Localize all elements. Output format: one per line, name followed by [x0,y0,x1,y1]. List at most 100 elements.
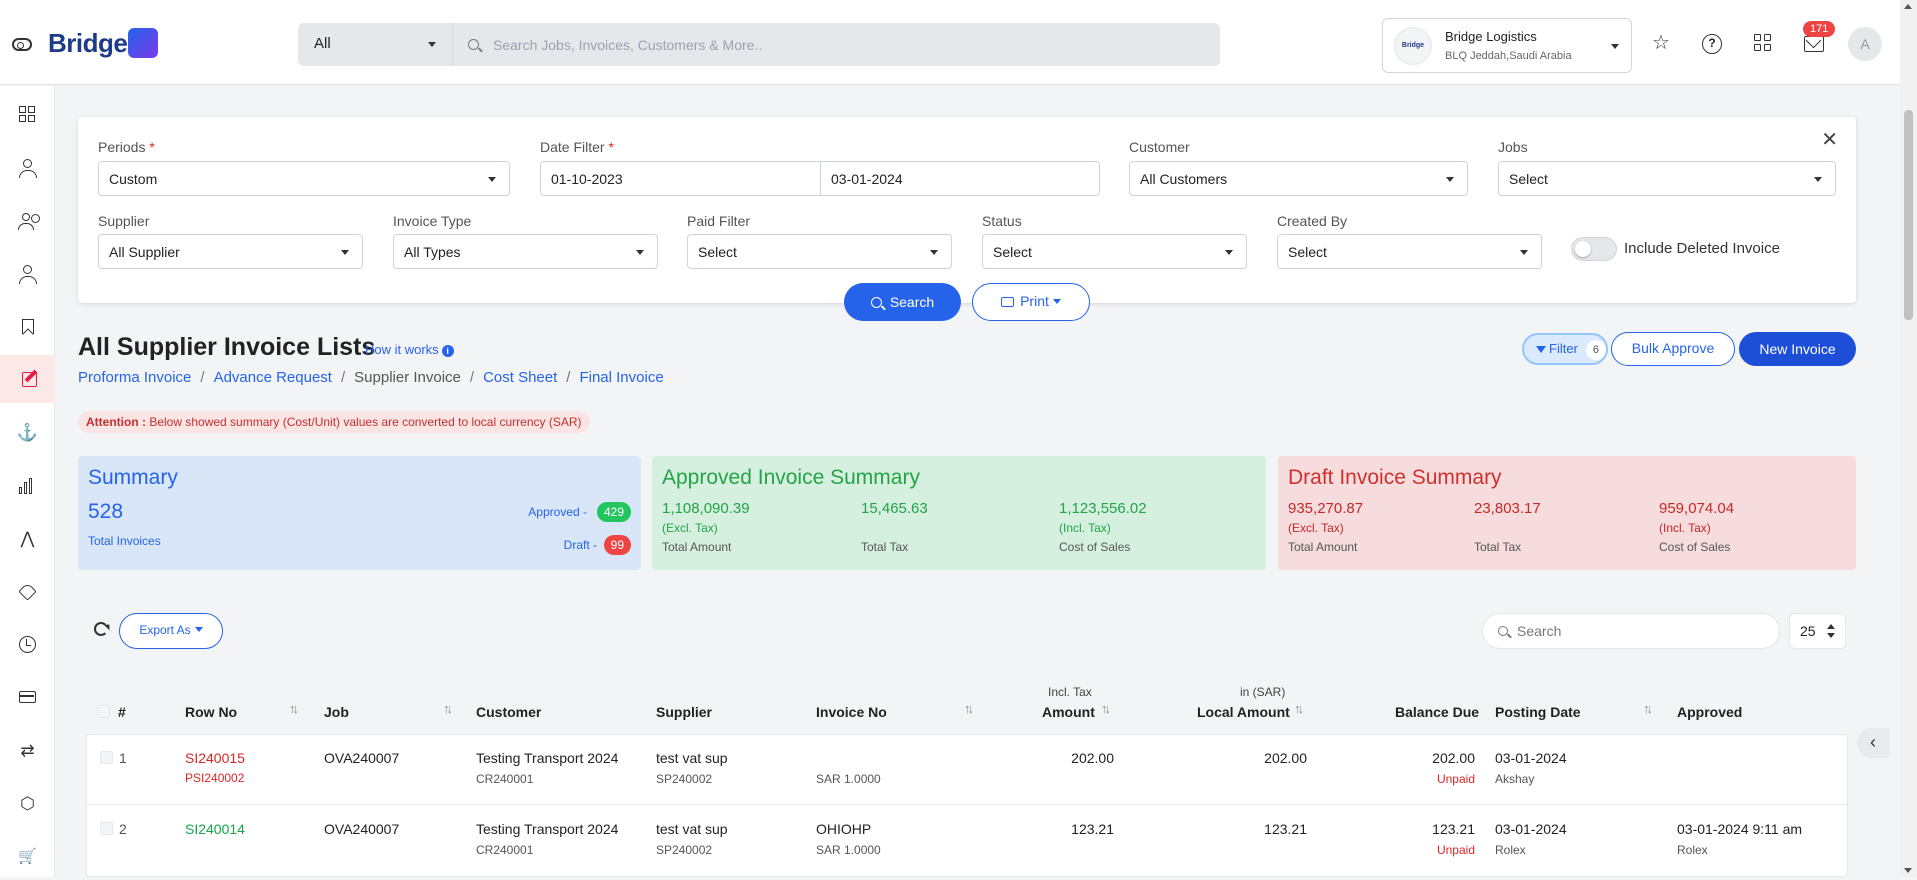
include-deleted-toggle[interactable] [1571,237,1617,261]
draft-summary-title: Draft Invoice Summary [1288,466,1502,489]
sidebar-item-cart[interactable]: 🛒 [0,832,55,880]
row-checkbox[interactable] [100,822,113,835]
col-customer[interactable]: Customer [476,704,541,720]
customer-label: Customer [1129,139,1190,155]
app-logo[interactable]: Bridge [48,28,159,59]
filter-button[interactable]: Filter 6 [1522,333,1608,365]
sidebar-item-add-user[interactable] [0,249,55,297]
sidebar-item-anchor[interactable]: ⚓ [0,408,55,456]
star-icon[interactable]: ☆ [1652,33,1672,54]
sidebar-item-reports[interactable] [0,461,55,509]
date-from-field[interactable]: 01-10-2023 [540,161,821,196]
invoice-no-cell: OHIOHP [816,821,872,837]
supplier-value: All Supplier [109,244,180,260]
page-size-select[interactable]: 25 [1789,613,1846,649]
periods-select[interactable]: Custom [98,161,510,196]
export-button[interactable]: Export As [119,613,223,649]
col-balance-due[interactable]: Balance Due [1395,704,1479,720]
company-switcher[interactable]: Bridge Bridge Logistics BLQ Jeddah,Saudi… [1382,18,1632,73]
clock-icon [19,635,36,653]
breadcrumb-final-invoice[interactable]: Final Invoice [579,369,663,386]
col-amount[interactable]: Amount [1042,704,1095,720]
sidebar-item-invoices[interactable] [0,355,55,403]
sort-updown-icon [1827,624,1835,638]
customer-select[interactable]: All Customers [1129,161,1468,196]
metric-label: Cost of Sales [1659,540,1731,554]
approved-total-tax: 15,465.63 . Total Tax [861,500,928,554]
notification-badge: 171 [1803,21,1836,37]
print-button[interactable]: Print [972,283,1090,321]
avatar[interactable]: A [1848,27,1882,61]
sidebar-item-users[interactable] [0,196,55,244]
search-type-select[interactable]: All [298,23,453,66]
sort-icon[interactable]: ↑↓ [964,701,974,716]
page-scrollbar[interactable] [1900,0,1917,877]
jobs-select[interactable]: Select [1498,161,1836,196]
row-no-link[interactable]: SI240014 [185,821,245,837]
collapse-panel-icon[interactable]: ‹ [1857,728,1889,758]
sidebar-item-payments[interactable] [0,673,55,721]
sort-icon[interactable]: ↑↓ [1643,701,1653,716]
sort-icon[interactable]: ↑↓ [289,701,299,716]
new-invoice-button[interactable]: New Invoice [1739,332,1856,366]
company-name: Bridge Logistics [1445,29,1537,44]
sort-icon[interactable]: ↑↓ [1294,701,1304,716]
jobs-value: Select [1509,171,1548,187]
sidebar-item-tags[interactable] [0,567,55,615]
sidebar-item-transfers[interactable]: ⇄ [0,726,55,774]
breadcrumb-proforma-invoice[interactable]: Proforma Invoice [78,369,191,386]
scrollbar-thumb[interactable] [1904,110,1913,320]
bulk-approve-button[interactable]: Bulk Approve [1611,332,1735,366]
breadcrumb-cost-sheet[interactable]: Cost Sheet [483,369,557,386]
col-local-amount[interactable]: Local Amount [1197,704,1290,720]
metric-value: 23,803.17 [1474,500,1541,517]
col-posting-date[interactable]: Posting Date [1495,704,1581,720]
sort-icon[interactable]: ↑↓ [1101,701,1111,716]
sort-icon[interactable]: ↑↓ [443,701,453,716]
logo-mark-icon [128,28,159,58]
row-no-sub[interactable]: PSI240002 [185,771,244,785]
sidebar-item-dashboard[interactable] [0,90,55,138]
approved-total-amount: 1,108,090.39 (Excl. Tax) Total Amount [662,500,750,554]
how-it-works-link[interactable]: How it works i [365,342,454,357]
supplier-select[interactable]: All Supplier [98,234,363,269]
chevron-down-icon [1814,177,1822,182]
invoice-type-select[interactable]: All Types [393,234,658,269]
sidebar-item-navigation[interactable]: ⋀ [0,514,55,562]
supplier-cell: test vat sup [656,750,728,766]
refresh-icon[interactable] [94,622,108,636]
scroll-down-icon[interactable] [1904,868,1912,873]
apps-icon[interactable] [1754,34,1774,54]
close-icon[interactable]: ✕ [1821,127,1838,152]
search-icon [870,297,882,308]
row-checkbox[interactable] [100,751,113,764]
col-invoice-no[interactable]: Invoice No [816,704,887,720]
table-search-input[interactable] [1517,614,1767,648]
col-supplier[interactable]: Supplier [656,704,712,720]
scroll-up-icon[interactable] [1904,4,1912,9]
search-button[interactable]: Search [844,283,961,321]
breadcrumb-advance-request[interactable]: Advance Request [214,369,332,386]
supplier-code: SP240002 [656,772,713,786]
mail-icon[interactable] [1804,36,1824,52]
select-all-checkbox[interactable] [97,705,110,718]
breadcrumb-separator: / [566,369,571,386]
col-row-no[interactable]: Row No [185,704,237,720]
supplier-label: Supplier [98,213,150,229]
global-search-input[interactable] [493,23,1193,66]
help-icon[interactable]: ? [1702,34,1722,54]
sidebar-item-history[interactable] [0,620,55,668]
created-by-select[interactable]: Select [1277,234,1542,269]
customer-cell: Testing Transport 2024 [476,750,619,766]
row-no-link[interactable]: SI240015 [185,750,245,766]
status-select[interactable]: Select [982,234,1247,269]
sidebar-item-bookmark[interactable] [0,302,55,350]
date-to-field[interactable]: 03-01-2024 [820,161,1100,196]
col-job[interactable]: Job [324,704,349,720]
date-filter-label-text: Date Filter [540,139,605,155]
sidebar-item-inventory[interactable]: ⬡ [0,779,55,827]
sidebar-item-user[interactable] [0,143,55,191]
paid-filter-select[interactable]: Select [687,234,952,269]
menu-toggle-icon[interactable] [12,38,32,51]
col-approved[interactable]: Approved [1677,704,1742,720]
